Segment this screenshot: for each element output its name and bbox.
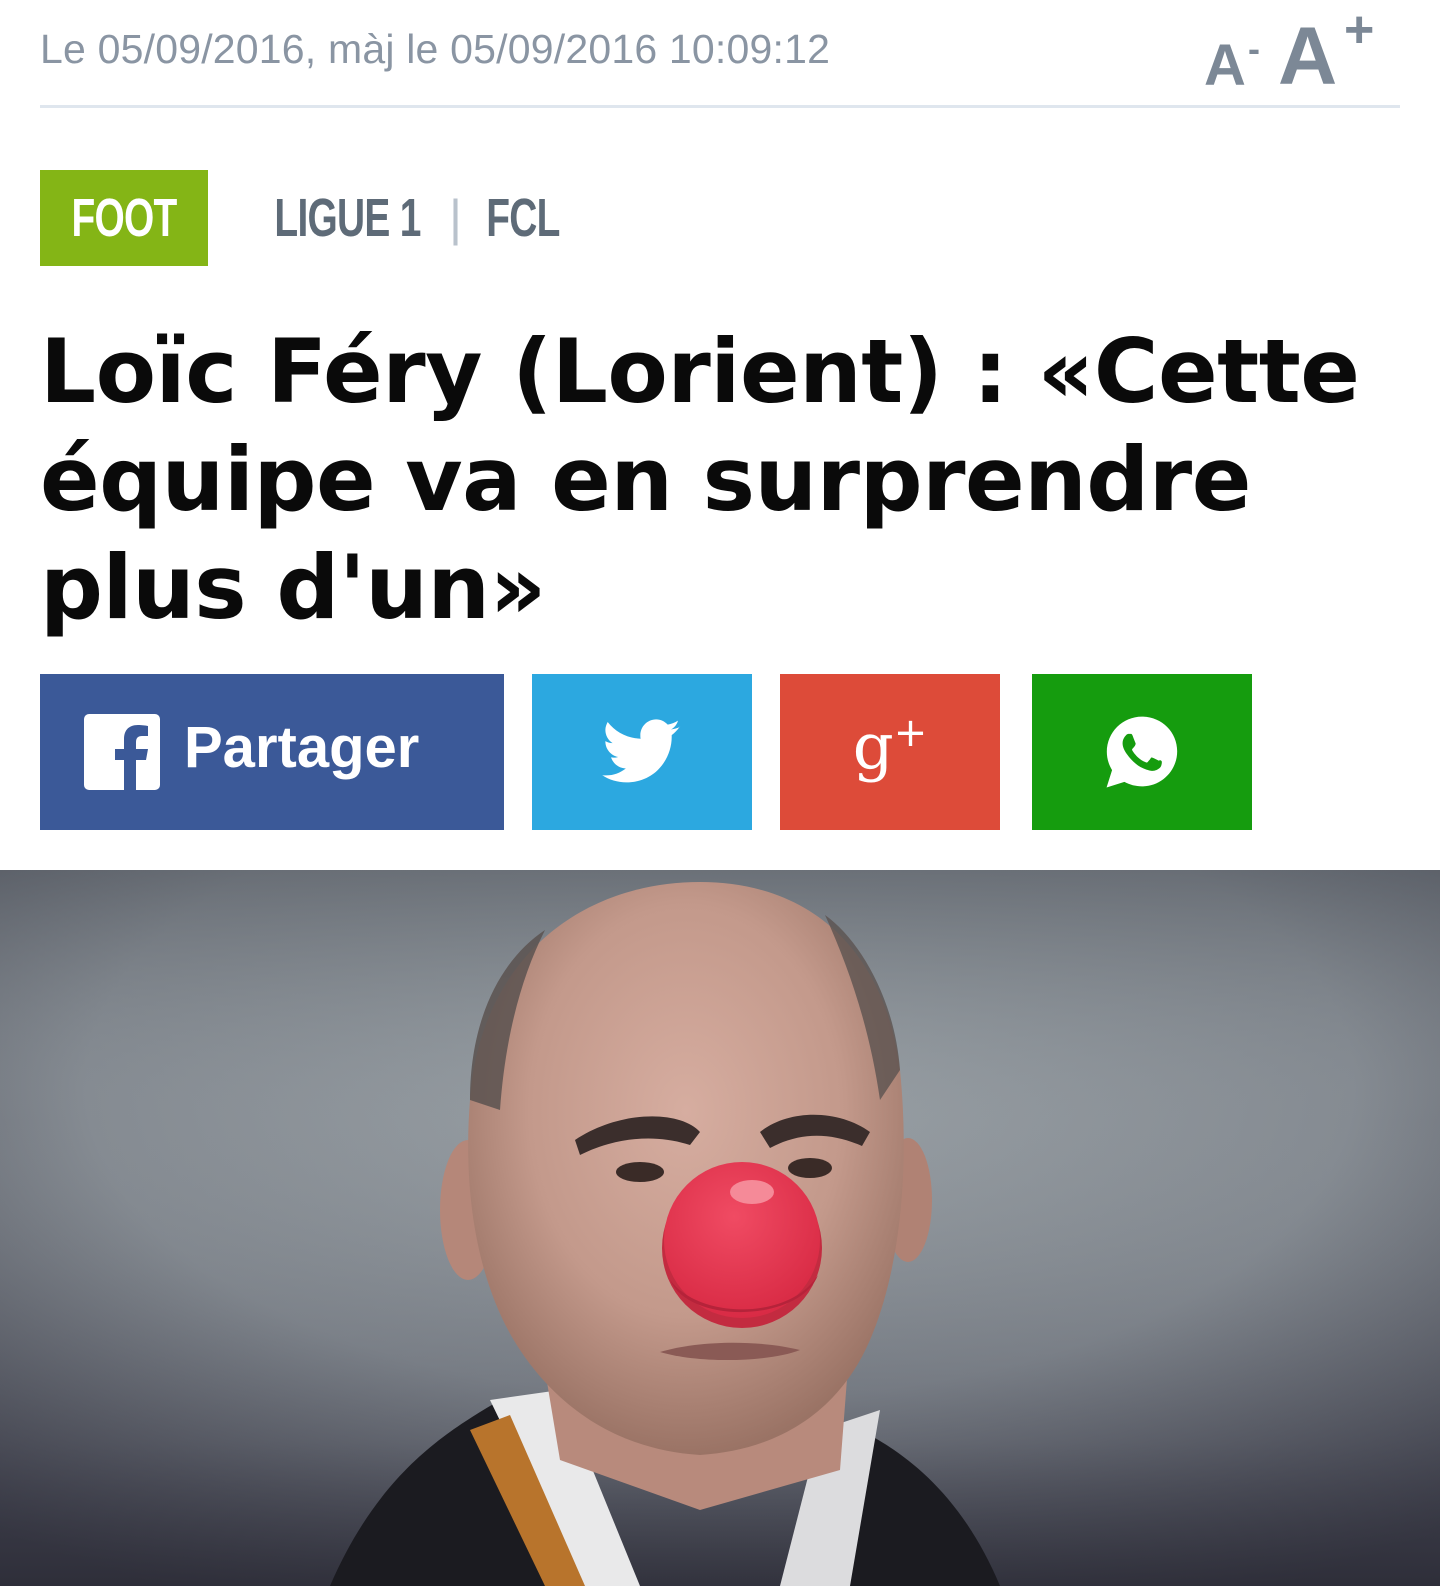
- gplus-g: g: [852, 710, 894, 785]
- category-link-label: LIGUE 1: [274, 188, 421, 248]
- category-breadcrumb: FOOT LIGUE 1 | FCL: [40, 170, 574, 266]
- article-meta-bar: Le 05/09/2016, màj le 05/09/2016 10:09:1…: [40, 0, 1400, 108]
- category-badge-label: FOOT: [71, 188, 177, 248]
- decrease-font-button[interactable]: A: [1204, 32, 1246, 99]
- category-separator: |: [449, 190, 463, 246]
- category-link-fcl[interactable]: FCL: [472, 187, 574, 249]
- share-whatsapp-button[interactable]: [1032, 674, 1252, 830]
- article-photo: [0, 870, 1440, 1586]
- publish-date: Le 05/09/2016, màj le 05/09/2016 10:09:1…: [40, 26, 831, 72]
- increase-font-sign: +: [1344, 1, 1375, 59]
- google-plus-icon: g+: [853, 710, 927, 784]
- share-facebook-button[interactable]: Partager: [40, 674, 504, 830]
- category-link-label: FCL: [486, 188, 560, 248]
- portrait-image: [0, 870, 1440, 1586]
- increase-font-button[interactable]: A: [1278, 10, 1337, 104]
- decrease-font-sign: -: [1248, 28, 1260, 69]
- category-badge-foot[interactable]: FOOT: [40, 170, 208, 266]
- gplus-plus: +: [893, 709, 928, 756]
- twitter-icon: [602, 719, 681, 783]
- facebook-icon: [84, 714, 160, 790]
- category-link-ligue1[interactable]: LIGUE 1: [246, 187, 449, 249]
- share-google-plus-button[interactable]: g+: [780, 674, 1000, 830]
- font-size-controls: A - A +: [1204, 1, 1394, 102]
- whatsapp-icon: [1106, 716, 1178, 788]
- share-twitter-button[interactable]: [532, 674, 752, 830]
- facebook-share-label: Partager: [184, 714, 420, 780]
- article-headline: Loïc Féry (Lorient) : «Cette équipe va e…: [40, 320, 1360, 639]
